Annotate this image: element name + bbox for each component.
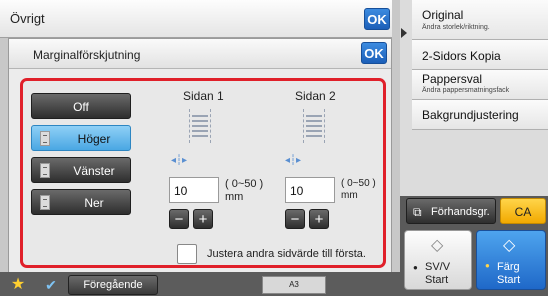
- copy-side1-checkbox-label: Justera andra sidvärde till första.: [207, 248, 366, 260]
- direction-right-button[interactable]: Höger: [31, 125, 131, 151]
- side1-heading: Sidan 1: [183, 89, 224, 103]
- preview-icon: ⧉: [413, 205, 422, 219]
- start-color-label-line2: Start: [497, 274, 521, 286]
- copy-side1-checkbox[interactable]: [177, 244, 197, 264]
- direction-left-button[interactable]: Vänster: [31, 157, 131, 183]
- menu-item-background-adjust[interactable]: Bakgrundjustering: [412, 100, 548, 130]
- menu-item-duplex-copy[interactable]: 2-Sidors Kopia: [412, 40, 548, 70]
- side1-range: ( 0~50 ): [225, 178, 264, 190]
- start-bw-button[interactable]: ◇ ● SV/V Start: [404, 230, 472, 290]
- start-diamond-icon: ◇: [503, 237, 516, 254]
- side2-value-input[interactable]: 10: [285, 177, 335, 203]
- side1-unit: mm: [225, 191, 244, 203]
- favorite-star-icon[interactable]: ★: [8, 276, 28, 294]
- menu-item-title: Pappersval: [422, 72, 483, 86]
- paper-tray-indicator: A3: [262, 276, 326, 294]
- side1-page-icon: [189, 109, 211, 143]
- clear-all-button[interactable]: CA: [500, 198, 546, 224]
- start-diamond-icon: ◇: [431, 237, 444, 254]
- side1-plus-button[interactable]: +: [193, 209, 213, 229]
- page-icon: [40, 163, 50, 178]
- settings-panel-header: Övrigt OK: [0, 0, 392, 38]
- start-color-button[interactable]: ◇ ● Färg Start: [476, 230, 546, 290]
- menu-item-title: 2-Sidors Kopia: [422, 49, 501, 63]
- dialog-title: Marginalförskjutning: [33, 48, 141, 62]
- direction-label: Vänster: [73, 164, 115, 178]
- start-color-label-line1: Färg: [497, 261, 520, 273]
- preview-button[interactable]: ⧉ Förhandsgr.: [406, 198, 496, 224]
- menu-item-subtitle: Ändra storlek/riktning.: [422, 24, 490, 31]
- side1-value-input[interactable]: 10: [169, 177, 219, 203]
- page-icon: [40, 195, 50, 210]
- dialog-ok-button[interactable]: OK: [361, 42, 387, 64]
- page-icon: [40, 131, 50, 146]
- dialog-header: Marginalförskjutning OK: [9, 39, 391, 69]
- start-bw-label-line2: Start: [425, 274, 449, 286]
- side1-shift-arrows-icon: ◂┆▸: [171, 155, 188, 166]
- bw-indicator-icon: ●: [413, 263, 418, 272]
- previous-button[interactable]: Föregående: [68, 275, 158, 295]
- menu-item-title: Bakgrundjustering: [422, 108, 519, 122]
- menu-item-title: Original: [422, 8, 464, 22]
- start-bw-label-line1: SV/V: [425, 261, 451, 273]
- menu-item-subtitle: Ändra pappersmatningsfack: [422, 87, 510, 94]
- side2-shift-arrows-icon: ◂┆▸: [285, 155, 302, 166]
- side2-minus-button[interactable]: −: [285, 209, 305, 229]
- side1-minus-button[interactable]: −: [169, 209, 189, 229]
- preview-label: Förhandsgr.: [431, 206, 490, 218]
- margin-shift-settings-area: Off Höger Vänster Ner Sidan 1 ◂┆▸ 10 ( 0…: [20, 78, 386, 268]
- direction-label: Höger: [77, 132, 111, 146]
- menu-item-paper-select[interactable]: Pappersval Ändra pappersmatningsfack: [412, 70, 548, 100]
- direction-label: Off: [73, 100, 89, 114]
- menu-expand-arrow-icon[interactable]: [401, 28, 407, 38]
- side2-range: ( 0~50 ): [341, 178, 376, 189]
- side2-plus-button[interactable]: +: [309, 209, 329, 229]
- direction-off-button[interactable]: Off: [31, 93, 131, 119]
- panel-title: Övrigt: [10, 11, 45, 26]
- side2-unit: mm: [341, 190, 358, 201]
- direction-down-button[interactable]: Ner: [31, 189, 131, 215]
- color-indicator-icon: ●: [485, 261, 490, 270]
- side2-heading: Sidan 2: [295, 89, 336, 103]
- panel-ok-button[interactable]: OK: [364, 8, 390, 30]
- menu-item-original[interactable]: Original Ändra storlek/riktning.: [412, 0, 548, 40]
- check-icon[interactable]: ✔: [40, 276, 62, 294]
- side2-page-icon: [303, 109, 325, 143]
- direction-label: Ner: [84, 196, 104, 210]
